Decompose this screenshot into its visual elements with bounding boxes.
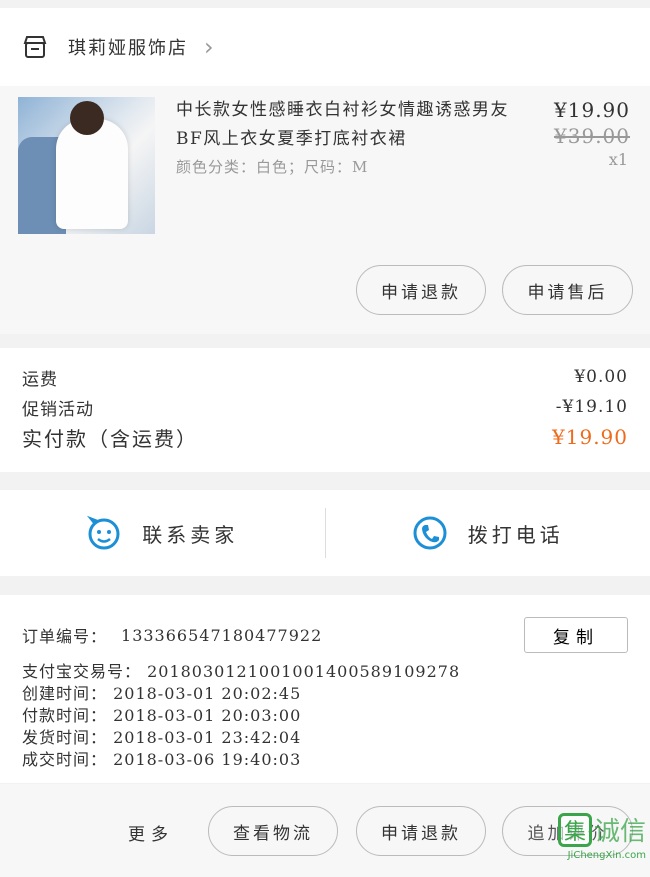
thumbnail-head — [70, 101, 104, 135]
phone-icon — [413, 516, 447, 550]
product-title[interactable]: 中长款女性感睡衣白衬衫女情趣诱惑男友BF风上衣女夏季打底衬衣裙 — [176, 96, 528, 154]
promo-label: 促销活动 — [22, 399, 94, 420]
order-number-label: 订单编号： — [22, 627, 108, 646]
top-strip — [0, 0, 650, 8]
product-quantity: x1 — [608, 150, 628, 169]
shipping-row: 运费 ¥0.00 — [22, 362, 628, 392]
chevron-right-icon: › — [204, 33, 214, 61]
watermark-url: JiChengXin.com — [567, 850, 646, 861]
product-spec: 颜色分类：白色；尺码：M — [176, 158, 369, 176]
shipping-label: 运费 — [22, 369, 58, 390]
paid-time: 付款时间： 2018-03-01 20:03:00 — [22, 706, 302, 725]
promo-value: -¥19.10 — [555, 397, 628, 417]
call-label: 拨打电话 — [467, 522, 564, 547]
store-header[interactable]: 琪莉娅服饰店 › — [0, 8, 650, 86]
copy-button[interactable]: 复制 — [524, 617, 628, 653]
aftersale-button[interactable]: 申请售后 — [502, 265, 633, 315]
total-value: ¥19.90 — [552, 425, 628, 449]
refund-button[interactable]: 申请退款 — [356, 265, 486, 315]
view-logistics-button[interactable]: 查看物流 — [208, 806, 338, 856]
store-name: 琪莉娅服饰店 — [68, 38, 188, 59]
watermark-logo-icon: 集 — [557, 812, 592, 847]
total-label: 实付款（含运费） — [22, 426, 198, 451]
fee-summary: 运费 ¥0.00 促销活动 -¥19.10 实付款（含运费） ¥19.90 — [0, 348, 650, 472]
bottom-refund-button[interactable]: 申请退款 — [356, 806, 486, 856]
bottom-action-bar: 更多 查看物流 申请退款 追加评价 集 诚信 JiChengXin.com — [0, 784, 650, 877]
completed-time: 成交时间： 2018-03-06 19:40:03 — [22, 750, 302, 769]
created-time: 创建时间： 2018-03-01 20:02:45 — [22, 684, 302, 703]
watermark-text: 诚信 — [593, 817, 646, 847]
product-original-price: ¥39.00 — [554, 124, 630, 148]
thumbnail-figure — [56, 119, 128, 229]
product-thumbnail[interactable] — [18, 97, 155, 234]
watermark-row: 集 诚信 — [557, 811, 646, 848]
shipped-time: 发货时间： 2018-03-01 23:42:04 — [22, 728, 302, 747]
order-info: 订单编号： 133366547180477922 支付宝交易号： 2018030… — [0, 595, 650, 783]
call-button[interactable]: 拨打电话 — [326, 490, 650, 576]
product-card[interactable]: 中长款女性感睡衣白衬衫女情趣诱惑男友BF风上衣女夏季打底衬衣裙 颜色分类：白色；… — [0, 86, 650, 334]
order-number: 133366547180477922 — [121, 625, 323, 645]
product-price: ¥19.90 — [554, 98, 630, 122]
chat-icon — [87, 515, 120, 550]
more-button[interactable]: 更多 — [128, 820, 174, 845]
promo-row: 促销活动 -¥19.10 — [22, 392, 628, 422]
alipay-trade-no: 支付宝交易号： 2018030121001001400589109278 — [22, 662, 461, 681]
total-row: 实付款（含运费） ¥19.90 — [22, 422, 628, 452]
shop-icon — [23, 36, 47, 58]
watermark: 集 诚信 JiChengXin.com — [526, 811, 646, 871]
shipping-value: ¥0.00 — [574, 367, 628, 387]
contact-seller-button[interactable]: 联系卖家 — [0, 490, 325, 576]
contact-seller-label: 联系卖家 — [142, 522, 239, 547]
contact-bar: 联系卖家 拨打电话 — [0, 490, 650, 576]
